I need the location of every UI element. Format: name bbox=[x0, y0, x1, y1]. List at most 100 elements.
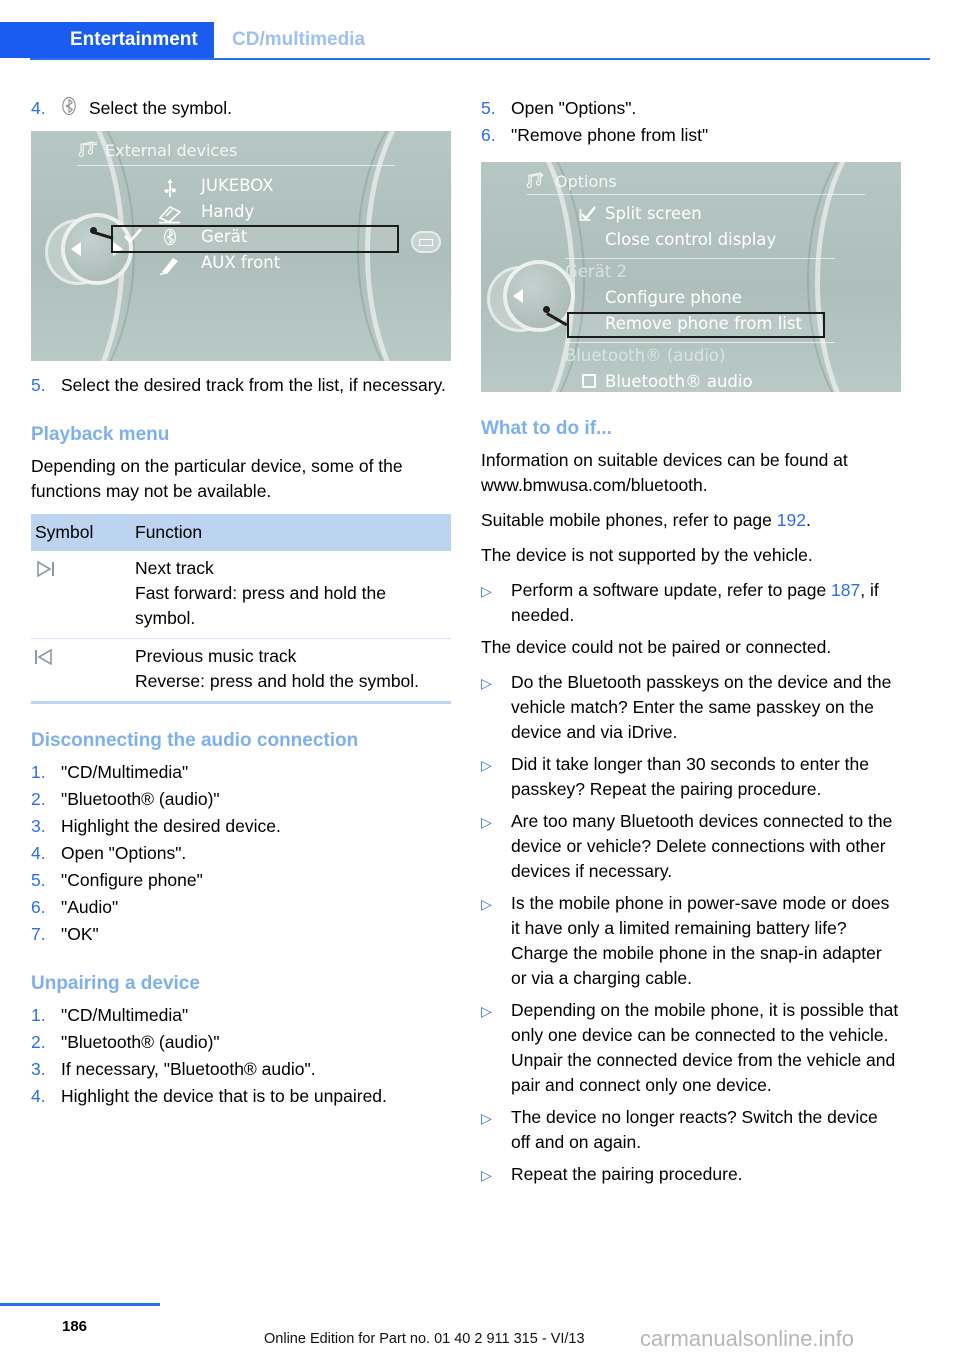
highlight-box bbox=[111, 225, 399, 253]
list-item-highlighted[interactable]: Gerät bbox=[201, 227, 247, 246]
left-column: 4. Select the symbol. External devices J… bbox=[31, 96, 451, 1111]
table-cell: Next track Fast forward: press and hold … bbox=[131, 551, 451, 639]
screen-divider bbox=[527, 194, 865, 195]
step-text: Select the desired track from the list, … bbox=[61, 375, 446, 395]
step-number: 3. bbox=[31, 1059, 46, 1079]
checkbox-checked-icon bbox=[577, 206, 599, 226]
step-text: If necessary, "Bluetooth® audio". bbox=[61, 1059, 316, 1079]
menu-item-highlighted[interactable]: Remove phone from list bbox=[605, 314, 802, 333]
list-item[interactable]: JUKEBOX bbox=[201, 176, 273, 195]
bullet-item: ▷ Perform a software update, refer to pa… bbox=[481, 578, 901, 628]
step-item: 2. "Bluetooth® (audio)" bbox=[31, 787, 451, 812]
disconnecting-step-list: 1. "CD/Multimedia" 2. "Bluetooth® (audio… bbox=[31, 760, 451, 947]
bullet-text: Are too many Bluetooth devices connected… bbox=[511, 811, 893, 881]
list-item[interactable]: AUX front bbox=[201, 253, 280, 272]
step-number: 6. bbox=[31, 897, 46, 917]
step-item: 5. Select the desired track from the lis… bbox=[31, 373, 451, 398]
tab-cd-multimedia[interactable]: CD/multimedia bbox=[232, 22, 365, 58]
table-cell: Previous music track Reverse: press and … bbox=[131, 639, 451, 702]
table-row: Next track Fast forward: press and hold … bbox=[31, 551, 451, 639]
step-item: 5. Open "Options". bbox=[481, 96, 901, 121]
step-number: 4. bbox=[31, 1086, 46, 1106]
table-row: Previous music track Reverse: press and … bbox=[31, 638, 451, 702]
page-reference[interactable]: 187 bbox=[831, 580, 860, 600]
step-text: Open "Options". bbox=[61, 843, 187, 863]
watermark: carmanualsonline.info bbox=[640, 1326, 855, 1351]
unpairing-step-list: 1. "CD/Multimedia" 2. "Bluetooth® (audio… bbox=[31, 1003, 451, 1109]
next-track-icon bbox=[31, 551, 131, 639]
step-text: Open "Options". bbox=[511, 98, 637, 118]
list-item[interactable]: Handy bbox=[201, 202, 254, 221]
menu-item[interactable]: Close control display bbox=[605, 230, 776, 249]
edition-line: Online Edition for Part no. 01 40 2 911 … bbox=[264, 1331, 585, 1347]
step-number: 1. bbox=[31, 762, 46, 782]
screen-divider bbox=[565, 258, 835, 259]
step-text: "OK" bbox=[61, 924, 99, 944]
bullet-text: Is the mobile phone in power-save mode o… bbox=[511, 893, 890, 988]
screen-divider bbox=[565, 342, 835, 343]
menu-item[interactable]: Split screen bbox=[605, 204, 702, 223]
aux-jack-icon bbox=[157, 255, 183, 279]
suitable-phones-line: Suitable mobile phones, refer to page 19… bbox=[481, 508, 901, 533]
step-number: 2. bbox=[31, 1032, 46, 1052]
triangle-bullet-icon: ▷ bbox=[481, 1167, 492, 1183]
step-text: Select the symbol. bbox=[89, 98, 232, 118]
leader-dot bbox=[90, 227, 97, 234]
check-icon bbox=[121, 227, 145, 249]
triangle-bullet-icon: ▷ bbox=[481, 814, 492, 830]
bullet-text: Perform a software update, refer to page… bbox=[511, 578, 901, 628]
left-arrow-icon bbox=[513, 289, 523, 303]
table-cell-line: Previous music track bbox=[135, 646, 297, 666]
section-heading-disconnecting: Disconnecting the audio connection bbox=[31, 730, 359, 751]
step-number: 5. bbox=[31, 375, 46, 395]
bullet-item: ▷ Do the Bluetooth passkeys on the devic… bbox=[481, 670, 901, 745]
previous-track-icon bbox=[31, 639, 131, 702]
playback-table: Symbol Function Next track Fast forward:… bbox=[31, 514, 451, 701]
menu-item[interactable]: Bluetooth® audio bbox=[605, 372, 753, 391]
right-column: 5. Open "Options". 6. "Remove phone from… bbox=[481, 96, 901, 1195]
ref-text-before: Perform a software update, refer to page bbox=[511, 580, 832, 600]
step-item: 1. "CD/Multimedia" bbox=[31, 760, 451, 785]
multimedia-icon bbox=[78, 141, 98, 161]
side-button-icon bbox=[411, 231, 441, 253]
step-item: 3. Highlight the desired device. bbox=[31, 814, 451, 839]
step-item: 5. "Configure phone" bbox=[31, 868, 451, 893]
menu-group-label: Gerät 2 bbox=[565, 262, 628, 281]
bullet-text: Do the Bluetooth passkeys on the device … bbox=[511, 672, 892, 742]
leader-dot bbox=[543, 306, 550, 313]
what-to-do-paragraph: The device could not be paired or connec… bbox=[481, 637, 832, 657]
usb-icon bbox=[159, 178, 181, 202]
step-item: 6. "Remove phone from list" bbox=[481, 123, 901, 148]
left-arrow-icon bbox=[71, 242, 81, 256]
bluetooth-symbol-icon bbox=[61, 96, 89, 123]
bullet-item: ▷ The device no longer reacts? Switch th… bbox=[481, 1105, 901, 1155]
ref-text-after: . bbox=[805, 510, 811, 530]
bullet-text: Repeat the pairing procedure. bbox=[511, 1164, 743, 1184]
screen-title: External devices bbox=[105, 141, 238, 160]
bullet-text: Did it take longer than 30 seconds to en… bbox=[511, 754, 870, 799]
step-number: 4. bbox=[31, 843, 46, 863]
bullet-item: ▷ Are too many Bluetooth devices connect… bbox=[481, 809, 901, 884]
step-item: 1. "CD/Multimedia" bbox=[31, 1003, 451, 1028]
step-text: "Bluetooth® (audio)" bbox=[61, 789, 220, 809]
triangle-bullet-icon: ▷ bbox=[481, 757, 492, 773]
bullet-text: The device no longer reacts? Switch the … bbox=[511, 1107, 878, 1152]
table-bottom-rule bbox=[31, 701, 451, 704]
step-number: 5. bbox=[481, 98, 496, 118]
footer-divider bbox=[0, 1303, 160, 1306]
menu-item[interactable]: Configure phone bbox=[605, 288, 742, 307]
tab-entertainment[interactable]: Entertainment bbox=[0, 22, 214, 58]
table-cell-line: Fast forward: press and hold the symbol. bbox=[135, 583, 386, 628]
step-text: "CD/Multimedia" bbox=[61, 762, 189, 782]
step-number: 3. bbox=[31, 816, 46, 836]
screen-divider bbox=[77, 165, 395, 166]
step-item: 3. If necessary, "Bluetooth® audio". bbox=[31, 1057, 451, 1082]
step-number: 2. bbox=[31, 789, 46, 809]
page-reference[interactable]: 192 bbox=[777, 510, 806, 530]
playback-intro: Depending on the particular device, some… bbox=[31, 456, 403, 501]
step-item: 6. "Audio" bbox=[31, 895, 451, 920]
step-text: "Remove phone from list" bbox=[511, 125, 709, 145]
step-text: "Bluetooth® (audio)" bbox=[61, 1032, 220, 1052]
multimedia-plus-icon bbox=[526, 172, 546, 192]
step-item: 4. Open "Options". bbox=[31, 841, 451, 866]
